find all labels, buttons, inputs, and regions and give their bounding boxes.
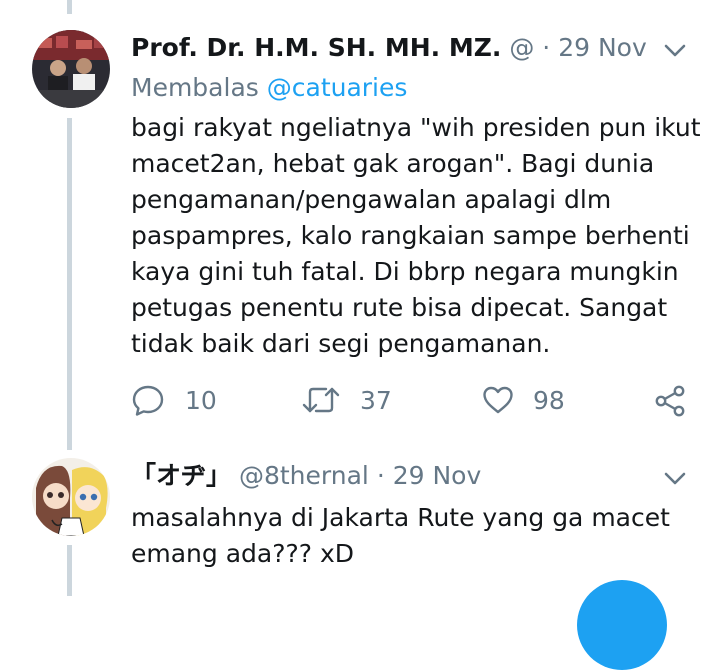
reply-button[interactable]: 10 [131,383,217,417]
tweet-date[interactable]: 29 Nov [558,33,647,62]
tweet-text: bagi rakyat ngeliatnya "wih presiden pun… [131,110,701,362]
tweet-text-line: masalahnya di Jakarta Rute yang ga macet [131,503,670,532]
thread-line-tweet1 [67,118,72,450]
avatar[interactable] [32,30,110,108]
display-name[interactable]: Prof. Dr. H.M. SH. MH. MZ. [131,33,501,62]
tweet-text-line: tidak baik dari segi pengamanan. [131,329,551,358]
tweet-header: 「オヂ」 @8thernal · 29 Nov [131,460,481,492]
share-icon [655,385,685,417]
reply-handle-link[interactable]: @catuaries [267,73,408,102]
retweet-count: 37 [360,385,392,415]
avatar[interactable] [32,458,110,536]
reply-context: Membalas @catuaries [131,72,407,104]
like-button[interactable]: 98 [481,383,565,417]
tweet-text-line: kaya gini tuh fatal. Di bbrp negara mung… [131,257,679,286]
tweet-text-line: bagi rakyat ngeliatnya "wih presiden pun… [131,113,701,142]
heart-icon [483,386,513,414]
separator: · [376,461,385,490]
reply-icon [132,385,164,416]
tweet-text-line: petugas penentu rute bisa dipecat. Sanga… [131,293,668,322]
reply-count: 10 [185,385,217,415]
compose-tweet-button[interactable] [577,580,667,670]
retweet-icon [302,387,340,413]
tweet-text: masalahnya di Jakarta Rute yang ga macet… [131,500,670,572]
tweet-text-line: pengamanan/pengawalan apalagi dlm [131,185,612,214]
tweet-date[interactable]: 29 Nov [393,461,482,490]
share-button[interactable] [654,384,688,418]
user-handle[interactable]: @ [509,33,534,62]
chevron-down-icon[interactable] [662,37,688,63]
avatar-anime-icon [32,458,110,536]
tweet-text-line: paspampres, kalo rangkaian sampe berhent… [131,221,690,250]
like-count: 98 [533,385,565,415]
retweet-button[interactable]: 37 [302,383,392,417]
tweet-header: Prof. Dr. H.M. SH. MH. MZ. @ · 29 Nov [131,32,647,64]
reply-prefix: Membalas [131,73,259,102]
tweet-text-line: macet2an, hebat gak arogan". Bagi dunia [131,149,655,178]
avatar-photo-icon [32,30,110,108]
display-name[interactable]: 「オヂ」 [131,461,231,490]
thread-line-top [67,0,72,14]
chevron-down-icon[interactable] [662,465,688,491]
user-handle[interactable]: @8thernal [239,461,369,490]
tweet-text-line: emang ada??? xD [131,539,355,568]
thread-line-tweet2 [67,545,72,596]
separator: · [542,33,551,62]
